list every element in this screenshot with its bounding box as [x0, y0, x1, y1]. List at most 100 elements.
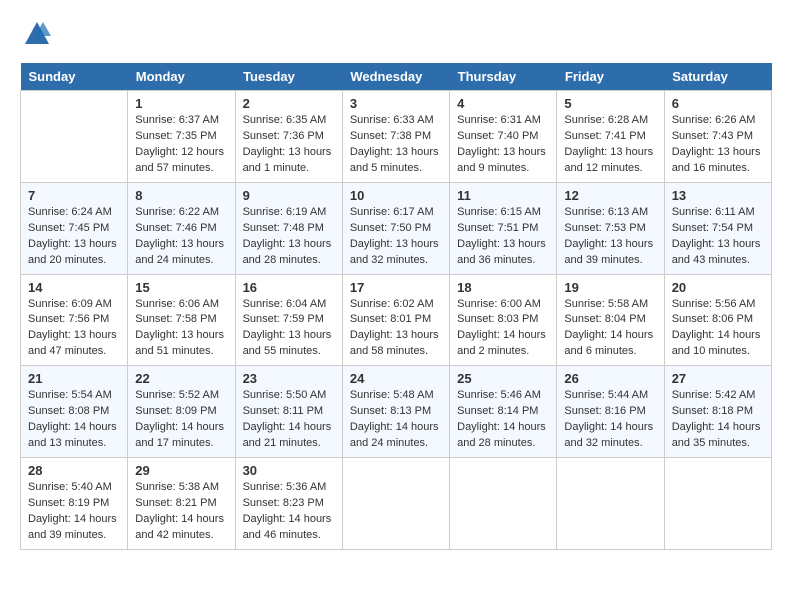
day-number: 7 [28, 188, 120, 203]
cell-text: Sunrise: 5:52 AM Sunset: 8:09 PM Dayligh… [135, 388, 227, 452]
day-number: 5 [564, 96, 656, 111]
day-number: 25 [457, 371, 549, 386]
calendar-cell: 8 Sunrise: 6:22 AM Sunset: 7:46 PM Daylig… [128, 182, 235, 274]
calendar-cell [664, 458, 771, 550]
day-number: 18 [457, 280, 549, 295]
cell-text: Sunrise: 6:31 AM Sunset: 7:40 PM Dayligh… [457, 113, 549, 177]
calendar-cell: 12 Sunrise: 6:13 AM Sunset: 7:53 PM Dayli… [557, 182, 664, 274]
calendar-cell: 25 Sunrise: 5:46 AM Sunset: 8:14 PM Dayli… [450, 366, 557, 458]
day-number: 1 [135, 96, 227, 111]
calendar-cell: 5 Sunrise: 6:28 AM Sunset: 7:41 PM Daylig… [557, 91, 664, 183]
cell-text: Sunrise: 6:13 AM Sunset: 7:53 PM Dayligh… [564, 205, 656, 269]
calendar-cell: 19Sunrise: 5:58 AM Sunset: 8:04 PM Dayli… [557, 274, 664, 366]
cell-text: Sunrise: 6:06 AM Sunset: 7:58 PM Dayligh… [135, 297, 227, 361]
cell-text: Sunrise: 5:36 AM Sunset: 8:23 PM Dayligh… [243, 480, 335, 544]
day-number: 19 [564, 280, 656, 295]
header-day-monday: Monday [128, 63, 235, 91]
calendar-cell: 30 Sunrise: 5:36 AM Sunset: 8:23 PM Dayli… [235, 458, 342, 550]
cell-text: Sunrise: 6:26 AM Sunset: 7:43 PM Dayligh… [672, 113, 764, 177]
calendar-cell: 17Sunrise: 6:02 AM Sunset: 8:01 PM Dayli… [342, 274, 449, 366]
cell-text: Sunrise: 6:37 AM Sunset: 7:35 PM Dayligh… [135, 113, 227, 177]
cell-text: Sunrise: 6:28 AM Sunset: 7:41 PM Dayligh… [564, 113, 656, 177]
day-number: 27 [672, 371, 764, 386]
calendar-cell: 3Sunrise: 6:33 AM Sunset: 7:38 PM Daylig… [342, 91, 449, 183]
cell-text: Sunrise: 5:42 AM Sunset: 8:18 PM Dayligh… [672, 388, 764, 452]
week-row-2: 7 Sunrise: 6:24 AM Sunset: 7:45 PM Daylig… [21, 182, 772, 274]
calendar-cell: 27 Sunrise: 5:42 AM Sunset: 8:18 PM Dayli… [664, 366, 771, 458]
calendar-cell: 24 Sunrise: 5:48 AM Sunset: 8:13 PM Dayli… [342, 366, 449, 458]
day-number: 20 [672, 280, 764, 295]
calendar-cell: 23 Sunrise: 5:50 AM Sunset: 8:11 PM Dayli… [235, 366, 342, 458]
calendar-cell: 21 Sunrise: 5:54 AM Sunset: 8:08 PM Dayli… [21, 366, 128, 458]
calendar-cell: 2Sunrise: 6:35 AM Sunset: 7:36 PM Daylig… [235, 91, 342, 183]
header-day-friday: Friday [557, 63, 664, 91]
calendar-table: SundayMondayTuesdayWednesdayThursdayFrid… [20, 63, 772, 550]
cell-text: Sunrise: 6:00 AM Sunset: 8:03 PM Dayligh… [457, 297, 549, 361]
cell-text: Sunrise: 5:40 AM Sunset: 8:19 PM Dayligh… [28, 480, 120, 544]
day-number: 11 [457, 188, 549, 203]
calendar-cell [342, 458, 449, 550]
header-row: SundayMondayTuesdayWednesdayThursdayFrid… [21, 63, 772, 91]
calendar-cell: 26 Sunrise: 5:44 AM Sunset: 8:16 PM Dayli… [557, 366, 664, 458]
logo-icon [23, 20, 51, 48]
week-row-3: 14 Sunrise: 6:09 AM Sunset: 7:56 PM Dayli… [21, 274, 772, 366]
calendar-cell: 6 Sunrise: 6:26 AM Sunset: 7:43 PM Daylig… [664, 91, 771, 183]
cell-text: Sunrise: 6:24 AM Sunset: 7:45 PM Dayligh… [28, 205, 120, 269]
header [20, 20, 772, 53]
day-number: 14 [28, 280, 120, 295]
cell-text: Sunrise: 5:38 AM Sunset: 8:21 PM Dayligh… [135, 480, 227, 544]
day-number: 23 [243, 371, 335, 386]
calendar-cell: 16 Sunrise: 6:04 AM Sunset: 7:59 PM Dayli… [235, 274, 342, 366]
day-number: 6 [672, 96, 764, 111]
cell-text: Sunrise: 5:46 AM Sunset: 8:14 PM Dayligh… [457, 388, 549, 452]
calendar-cell: 4 Sunrise: 6:31 AM Sunset: 7:40 PM Daylig… [450, 91, 557, 183]
day-number: 22 [135, 371, 227, 386]
calendar-cell: 18 Sunrise: 6:00 AM Sunset: 8:03 PM Dayli… [450, 274, 557, 366]
calendar-cell [450, 458, 557, 550]
day-number: 30 [243, 463, 335, 478]
header-day-tuesday: Tuesday [235, 63, 342, 91]
cell-text: Sunrise: 5:50 AM Sunset: 8:11 PM Dayligh… [243, 388, 335, 452]
calendar-cell: 15 Sunrise: 6:06 AM Sunset: 7:58 PM Dayli… [128, 274, 235, 366]
cell-text: Sunrise: 6:04 AM Sunset: 7:59 PM Dayligh… [243, 297, 335, 361]
cell-text: Sunrise: 6:11 AM Sunset: 7:54 PM Dayligh… [672, 205, 764, 269]
day-number: 10 [350, 188, 442, 203]
calendar-cell: 10Sunrise: 6:17 AM Sunset: 7:50 PM Dayli… [342, 182, 449, 274]
cell-text: Sunrise: 5:44 AM Sunset: 8:16 PM Dayligh… [564, 388, 656, 452]
calendar-cell [21, 91, 128, 183]
cell-text: Sunrise: 5:54 AM Sunset: 8:08 PM Dayligh… [28, 388, 120, 452]
week-row-5: 28 Sunrise: 5:40 AM Sunset: 8:19 PM Dayli… [21, 458, 772, 550]
day-number: 4 [457, 96, 549, 111]
day-number: 28 [28, 463, 120, 478]
cell-text: Sunrise: 5:48 AM Sunset: 8:13 PM Dayligh… [350, 388, 442, 452]
calendar-cell: 29Sunrise: 5:38 AM Sunset: 8:21 PM Dayli… [128, 458, 235, 550]
day-number: 26 [564, 371, 656, 386]
day-number: 17 [350, 280, 442, 295]
calendar-cell [557, 458, 664, 550]
day-number: 8 [135, 188, 227, 203]
calendar-cell: 9 Sunrise: 6:19 AM Sunset: 7:48 PM Daylig… [235, 182, 342, 274]
header-day-wednesday: Wednesday [342, 63, 449, 91]
calendar-cell: 20Sunrise: 5:56 AM Sunset: 8:06 PM Dayli… [664, 274, 771, 366]
day-number: 24 [350, 371, 442, 386]
calendar-cell: 1 Sunrise: 6:37 AM Sunset: 7:35 PM Daylig… [128, 91, 235, 183]
header-day-sunday: Sunday [21, 63, 128, 91]
day-number: 9 [243, 188, 335, 203]
cell-text: Sunrise: 6:19 AM Sunset: 7:48 PM Dayligh… [243, 205, 335, 269]
day-number: 12 [564, 188, 656, 203]
day-number: 2 [243, 96, 335, 111]
calendar-cell: 22 Sunrise: 5:52 AM Sunset: 8:09 PM Dayli… [128, 366, 235, 458]
day-number: 21 [28, 371, 120, 386]
calendar-cell: 14 Sunrise: 6:09 AM Sunset: 7:56 PM Dayli… [21, 274, 128, 366]
day-number: 16 [243, 280, 335, 295]
header-day-saturday: Saturday [664, 63, 771, 91]
cell-text: Sunrise: 6:09 AM Sunset: 7:56 PM Dayligh… [28, 297, 120, 361]
calendar-cell: 11 Sunrise: 6:15 AM Sunset: 7:51 PM Dayli… [450, 182, 557, 274]
calendar-cell: 7 Sunrise: 6:24 AM Sunset: 7:45 PM Daylig… [21, 182, 128, 274]
day-number: 15 [135, 280, 227, 295]
cell-text: Sunrise: 6:22 AM Sunset: 7:46 PM Dayligh… [135, 205, 227, 269]
cell-text: Sunrise: 6:15 AM Sunset: 7:51 PM Dayligh… [457, 205, 549, 269]
calendar-cell: 13 Sunrise: 6:11 AM Sunset: 7:54 PM Dayli… [664, 182, 771, 274]
week-row-1: 1 Sunrise: 6:37 AM Sunset: 7:35 PM Daylig… [21, 91, 772, 183]
day-number: 13 [672, 188, 764, 203]
